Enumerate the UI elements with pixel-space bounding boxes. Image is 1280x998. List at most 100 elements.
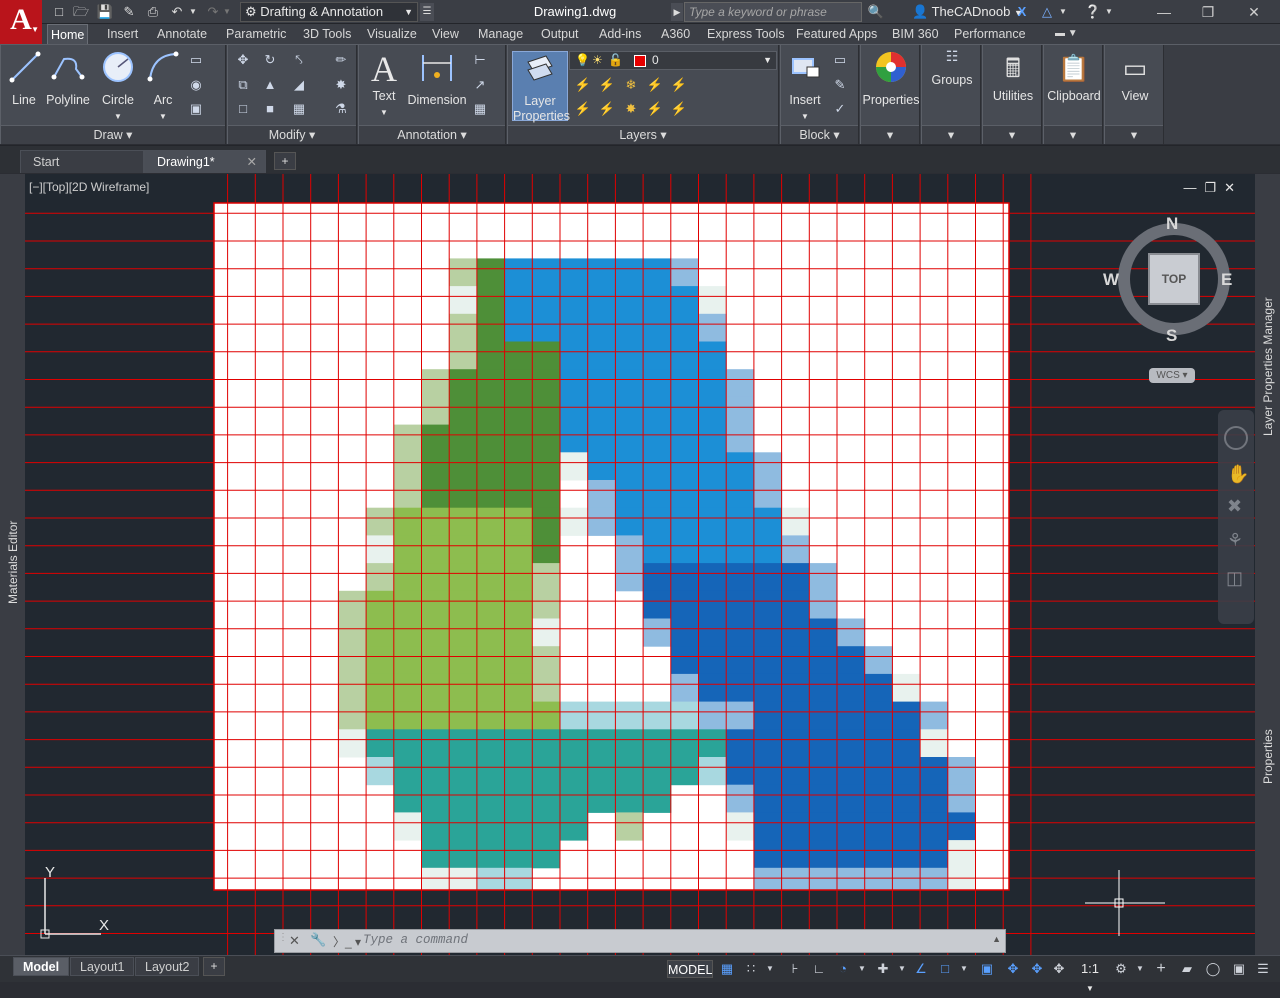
clipboard-button[interactable]: 📋 Clipboard [1044,49,1104,104]
tab-output[interactable]: Output [538,24,582,44]
undo-dropdown-icon[interactable]: ▼ [188,3,198,21]
tab-bim-360[interactable]: BIM 360 [889,24,942,44]
ortho-mode-icon[interactable]: ∟ [810,960,828,978]
clean-screen-icon[interactable]: ▣ [1230,960,1248,978]
groups-panel-expander[interactable]: ▾ [922,125,980,144]
leader-icon[interactable]: ↗ [471,77,489,93]
hatch-icon[interactable]: ◉ [187,77,205,93]
tab-insert[interactable]: Insert [104,24,141,44]
arc-button[interactable]: Arc ▼ [144,49,182,124]
annotation-monitor-icon[interactable]: + [1152,960,1170,978]
materials-editor-tab[interactable]: Materials Editor [6,521,20,604]
layer-freeze-icon[interactable]: ❄ [622,77,640,93]
plot-icon[interactable]: ⎙ [144,3,162,21]
zoom-extents-icon[interactable]: ✖ [1227,496,1242,517]
boundary-icon[interactable]: ▣ [187,101,205,117]
offset-icon[interactable]: ⚗ [332,101,350,117]
linear-dimension-icon[interactable]: ⊢ [471,52,489,68]
new-layout-button[interactable]: + [203,957,225,976]
properties-button[interactable]: Properties [861,49,921,108]
isodraft-icon[interactable]: ✚ [874,960,892,978]
compass-north[interactable]: N [1166,214,1178,234]
clipboard-panel-expander[interactable]: ▾ [1044,125,1102,144]
tab-performance[interactable]: Performance [951,24,1029,44]
pan-icon[interactable]: ✋ [1227,464,1249,485]
polar-tracking-icon[interactable]: ◔ [834,960,852,978]
connect-dropdown-icon[interactable]: ▼ [1058,3,1068,21]
tab-layout1[interactable]: Layout1 [70,957,135,976]
wrench-icon[interactable]: 🔧 [310,932,326,948]
edit-block-icon[interactable]: ✎ [831,77,849,93]
tab-3d-tools[interactable]: 3D Tools [300,24,354,44]
layer-properties-manager-tab[interactable]: Layer Properties Manager [1261,297,1275,436]
view-panel-expander[interactable]: ▾ [1105,125,1163,144]
rotate-icon[interactable]: ↻ [261,52,279,68]
help-dropdown-icon[interactable]: ▼ [1104,3,1114,21]
annotation-panel-title[interactable]: Annotation ▾ [359,125,505,144]
layers-panel-title[interactable]: Layers ▾ [508,125,778,144]
compass-south[interactable]: S [1166,326,1177,346]
search-input[interactable]: Type a keyword or phrase [684,2,862,22]
draw-panel-title[interactable]: Draw ▾ [1,125,225,144]
tab-a360[interactable]: A360 [658,24,693,44]
move-icon[interactable]: ✥ [234,52,252,68]
scale-icon[interactable]: ■ [261,101,279,117]
customization-icon[interactable]: ☰ [1254,960,1272,978]
workspace-gear-icon[interactable]: ⚙ [1112,960,1130,978]
tab-layout2[interactable]: Layout2 [135,957,200,976]
command-history-icon[interactable]: ▲ [992,934,1001,944]
layer-unlock-icon[interactable]: ⚡ [670,101,688,117]
open-folder-icon[interactable]: 🗁 [72,3,90,21]
redo-dropdown-icon[interactable]: ▼ [222,3,232,21]
customize-toolbar-icon[interactable]: ☰ [420,3,434,21]
layer-isolate-icon[interactable]: ⚡ [598,77,616,93]
erase-icon[interactable]: ✏ [332,52,350,68]
tab-featured-apps[interactable]: Featured Apps [793,24,880,44]
undo-icon[interactable]: ↶ [168,3,186,21]
groups-button[interactable]: ☷ Groups [922,49,982,88]
workspace-dropdown-icon[interactable]: ▼ [1134,960,1146,978]
tab-parametric[interactable]: Parametric [223,24,289,44]
user-account[interactable]: 👤 TheCADnoob ▼ [912,2,1023,23]
edit-attributes-icon[interactable]: ✓ [831,101,849,117]
command-input[interactable]: Type a command [363,933,468,947]
close-viewport-icon[interactable]: ✕ [1224,180,1243,195]
compass-east[interactable]: E [1221,270,1232,290]
block-panel-title[interactable]: Block ▾ [781,125,858,144]
layer-walk-icon[interactable]: ⚡ [598,101,616,117]
showmotion-icon[interactable]: ◫ [1226,568,1243,589]
stay-connected-icon[interactable]: △ [1038,3,1056,21]
help-icon[interactable]: ❔ [1084,3,1102,21]
line-button[interactable]: Line [7,49,41,108]
compass-west[interactable]: W [1103,270,1119,290]
polar-dropdown-icon[interactable]: ▼ [856,960,868,978]
object-snap-tracking-icon[interactable]: ∠ [912,960,930,978]
object-snap-icon[interactable]: □ [936,960,954,978]
steering-wheel-icon[interactable] [1224,426,1248,450]
tab-view[interactable]: View [429,24,462,44]
annotation-visibility-icon[interactable]: ✥ [1004,960,1022,978]
viewport-controls-label[interactable]: [−][Top][2D Wireframe] [29,180,149,194]
application-menu-button[interactable]: A ▼ [0,0,42,44]
ribbon-minimize-icon[interactable]: ▬ ▼ [1052,24,1081,44]
tab-manage[interactable]: Manage [475,24,526,44]
command-prompt-icon[interactable]: 〉_ ▾ [333,933,361,950]
infer-constraints-icon[interactable]: ⊦ [786,960,804,978]
fillet-icon[interactable]: ◢ [290,77,308,93]
save-icon[interactable]: 💾 [96,3,114,21]
tab-visualize[interactable]: Visualize [364,24,420,44]
lineweight-icon[interactable]: ▣ [978,960,996,978]
tab-home[interactable]: Home [47,24,89,45]
layer-thaw-icon[interactable]: ⚡ [646,101,664,117]
properties-palette-tab[interactable]: Properties [1261,729,1275,784]
layer-properties-button[interactable]: Layer Properties [512,51,570,123]
text-button[interactable]: A Text ▼ [367,49,401,120]
isodraft-dropdown-icon[interactable]: ▼ [896,960,908,978]
explode-icon[interactable]: ✸ [332,77,350,93]
tab-express-tools[interactable]: Express Tools [704,24,788,44]
redo-icon[interactable]: ↷ [204,3,222,21]
orbit-icon[interactable]: ⚘ [1227,530,1243,551]
model-space-toggle[interactable]: MODEL [667,960,713,978]
close-button[interactable]: ✕ [1232,0,1276,24]
annotation-scale-icon[interactable]: ✥ [1050,960,1068,978]
